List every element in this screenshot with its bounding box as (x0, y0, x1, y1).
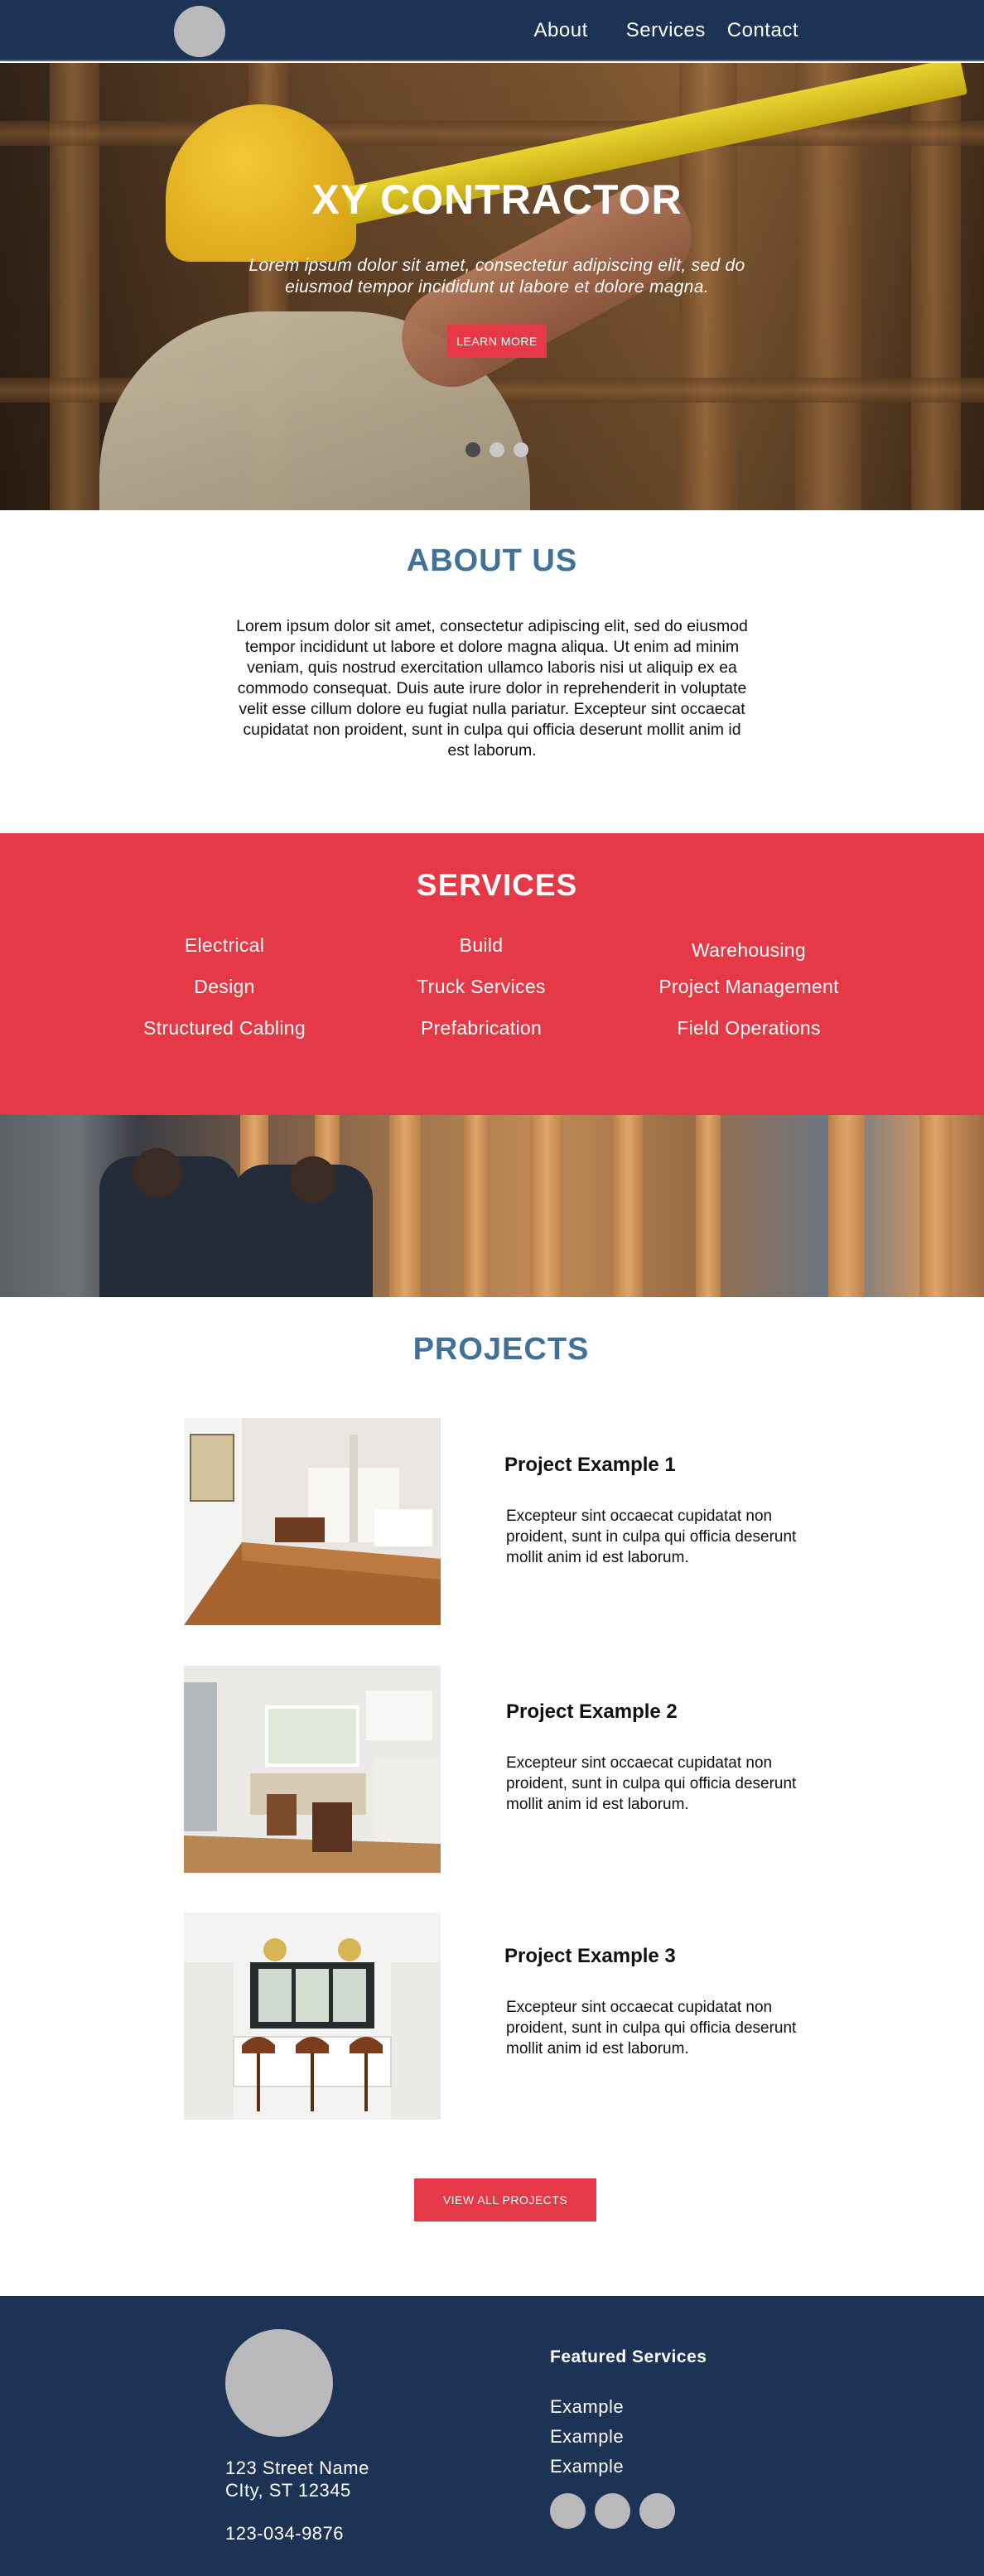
footer: 123 Street Name CIty, ST 12345 123-034-9… (0, 2296, 984, 2576)
view-all-projects-button[interactable]: VIEW ALL PROJECTS (414, 2178, 596, 2221)
services-section: SERVICES Electrical Build Warehousing De… (0, 833, 984, 1115)
hero-banner: XY CONTRACTOR Lorem ipsum dolor sit amet… (0, 63, 984, 510)
top-navbar: About Services Contact (0, 0, 984, 61)
featured-services-heading: Featured Services (550, 2347, 707, 2366)
carousel-dots (465, 442, 528, 457)
kitchen-photo-1 (184, 1418, 441, 1625)
social-icon-3[interactable] (639, 2493, 675, 2529)
service-design: Design (194, 976, 255, 997)
nav-link-services[interactable]: Services (626, 19, 706, 42)
project-1-image[interactable] (184, 1418, 441, 1625)
services-heading: SERVICES (416, 868, 578, 902)
project-3-description: Excepteur sint occaecat cupidatat non pr… (506, 1999, 797, 2057)
logo-placeholder[interactable] (174, 6, 225, 57)
social-icon-1[interactable] (550, 2493, 586, 2529)
footer-address: 123 Street Name CIty, ST 12345 (225, 2457, 369, 2501)
service-warehousing: Warehousing (692, 939, 806, 961)
service-prefabrication: Prefabrication (420, 1017, 543, 1039)
project-2-title: Project Example 2 (506, 1700, 678, 1723)
service-truck-services: Truck Services (417, 976, 546, 997)
footer-phone[interactable]: 123-034-9876 (225, 2523, 344, 2545)
project-3-image[interactable] (184, 1913, 441, 2120)
about-heading: ABOUT US (406, 543, 578, 578)
framing-workers-image (0, 1115, 984, 1297)
featured-service-item[interactable]: Example (550, 2392, 624, 2422)
social-icon-2[interactable] (595, 2493, 630, 2529)
service-project-management: Project Management (658, 976, 839, 997)
address-line-1: 123 Street Name (225, 2458, 369, 2478)
project-2-description: Excepteur sint occaecat cupidatat non pr… (506, 1754, 797, 1813)
project-3-title: Project Example 3 (504, 1945, 676, 1967)
address-line-2: CIty, ST 12345 (225, 2480, 351, 2501)
learn-more-button[interactable]: LEARN MORE (447, 325, 547, 358)
footer-logo-placeholder[interactable] (225, 2329, 333, 2437)
nav-link-contact[interactable]: Contact (727, 19, 798, 42)
nav-links: About Services Contact (534, 0, 798, 61)
carousel-dot-2[interactable] (490, 442, 504, 457)
kitchen-photo-2 (184, 1666, 441, 1873)
project-2-image[interactable] (184, 1666, 441, 1873)
service-build: Build (459, 934, 504, 956)
hero-title: XY CONTRACTOR (311, 176, 683, 223)
featured-service-item[interactable]: Example (550, 2422, 624, 2452)
featured-service-item[interactable]: Example (550, 2452, 624, 2482)
service-electrical: Electrical (184, 934, 265, 956)
about-text: Lorem ipsum dolor sit amet, consectetur … (236, 617, 748, 760)
project-1-description: Excepteur sint occaecat cupidatat non pr… (506, 1507, 797, 1566)
carousel-dot-1[interactable] (465, 442, 480, 457)
service-field-operations: Field Operations (677, 1017, 821, 1039)
featured-services-list: Example Example Example (550, 2392, 624, 2482)
service-structured-cabling: Structured Cabling (143, 1017, 306, 1039)
hero-subtitle: Lorem ipsum dolor sit amet, consectetur … (248, 256, 745, 297)
project-1-title: Project Example 1 (504, 1454, 676, 1476)
carousel-dot-3[interactable] (514, 442, 528, 457)
social-links (550, 2493, 675, 2529)
projects-heading: PROJECTS (412, 1332, 590, 1367)
kitchen-photo-3 (184, 1913, 441, 2120)
nav-link-about[interactable]: About (534, 19, 588, 42)
